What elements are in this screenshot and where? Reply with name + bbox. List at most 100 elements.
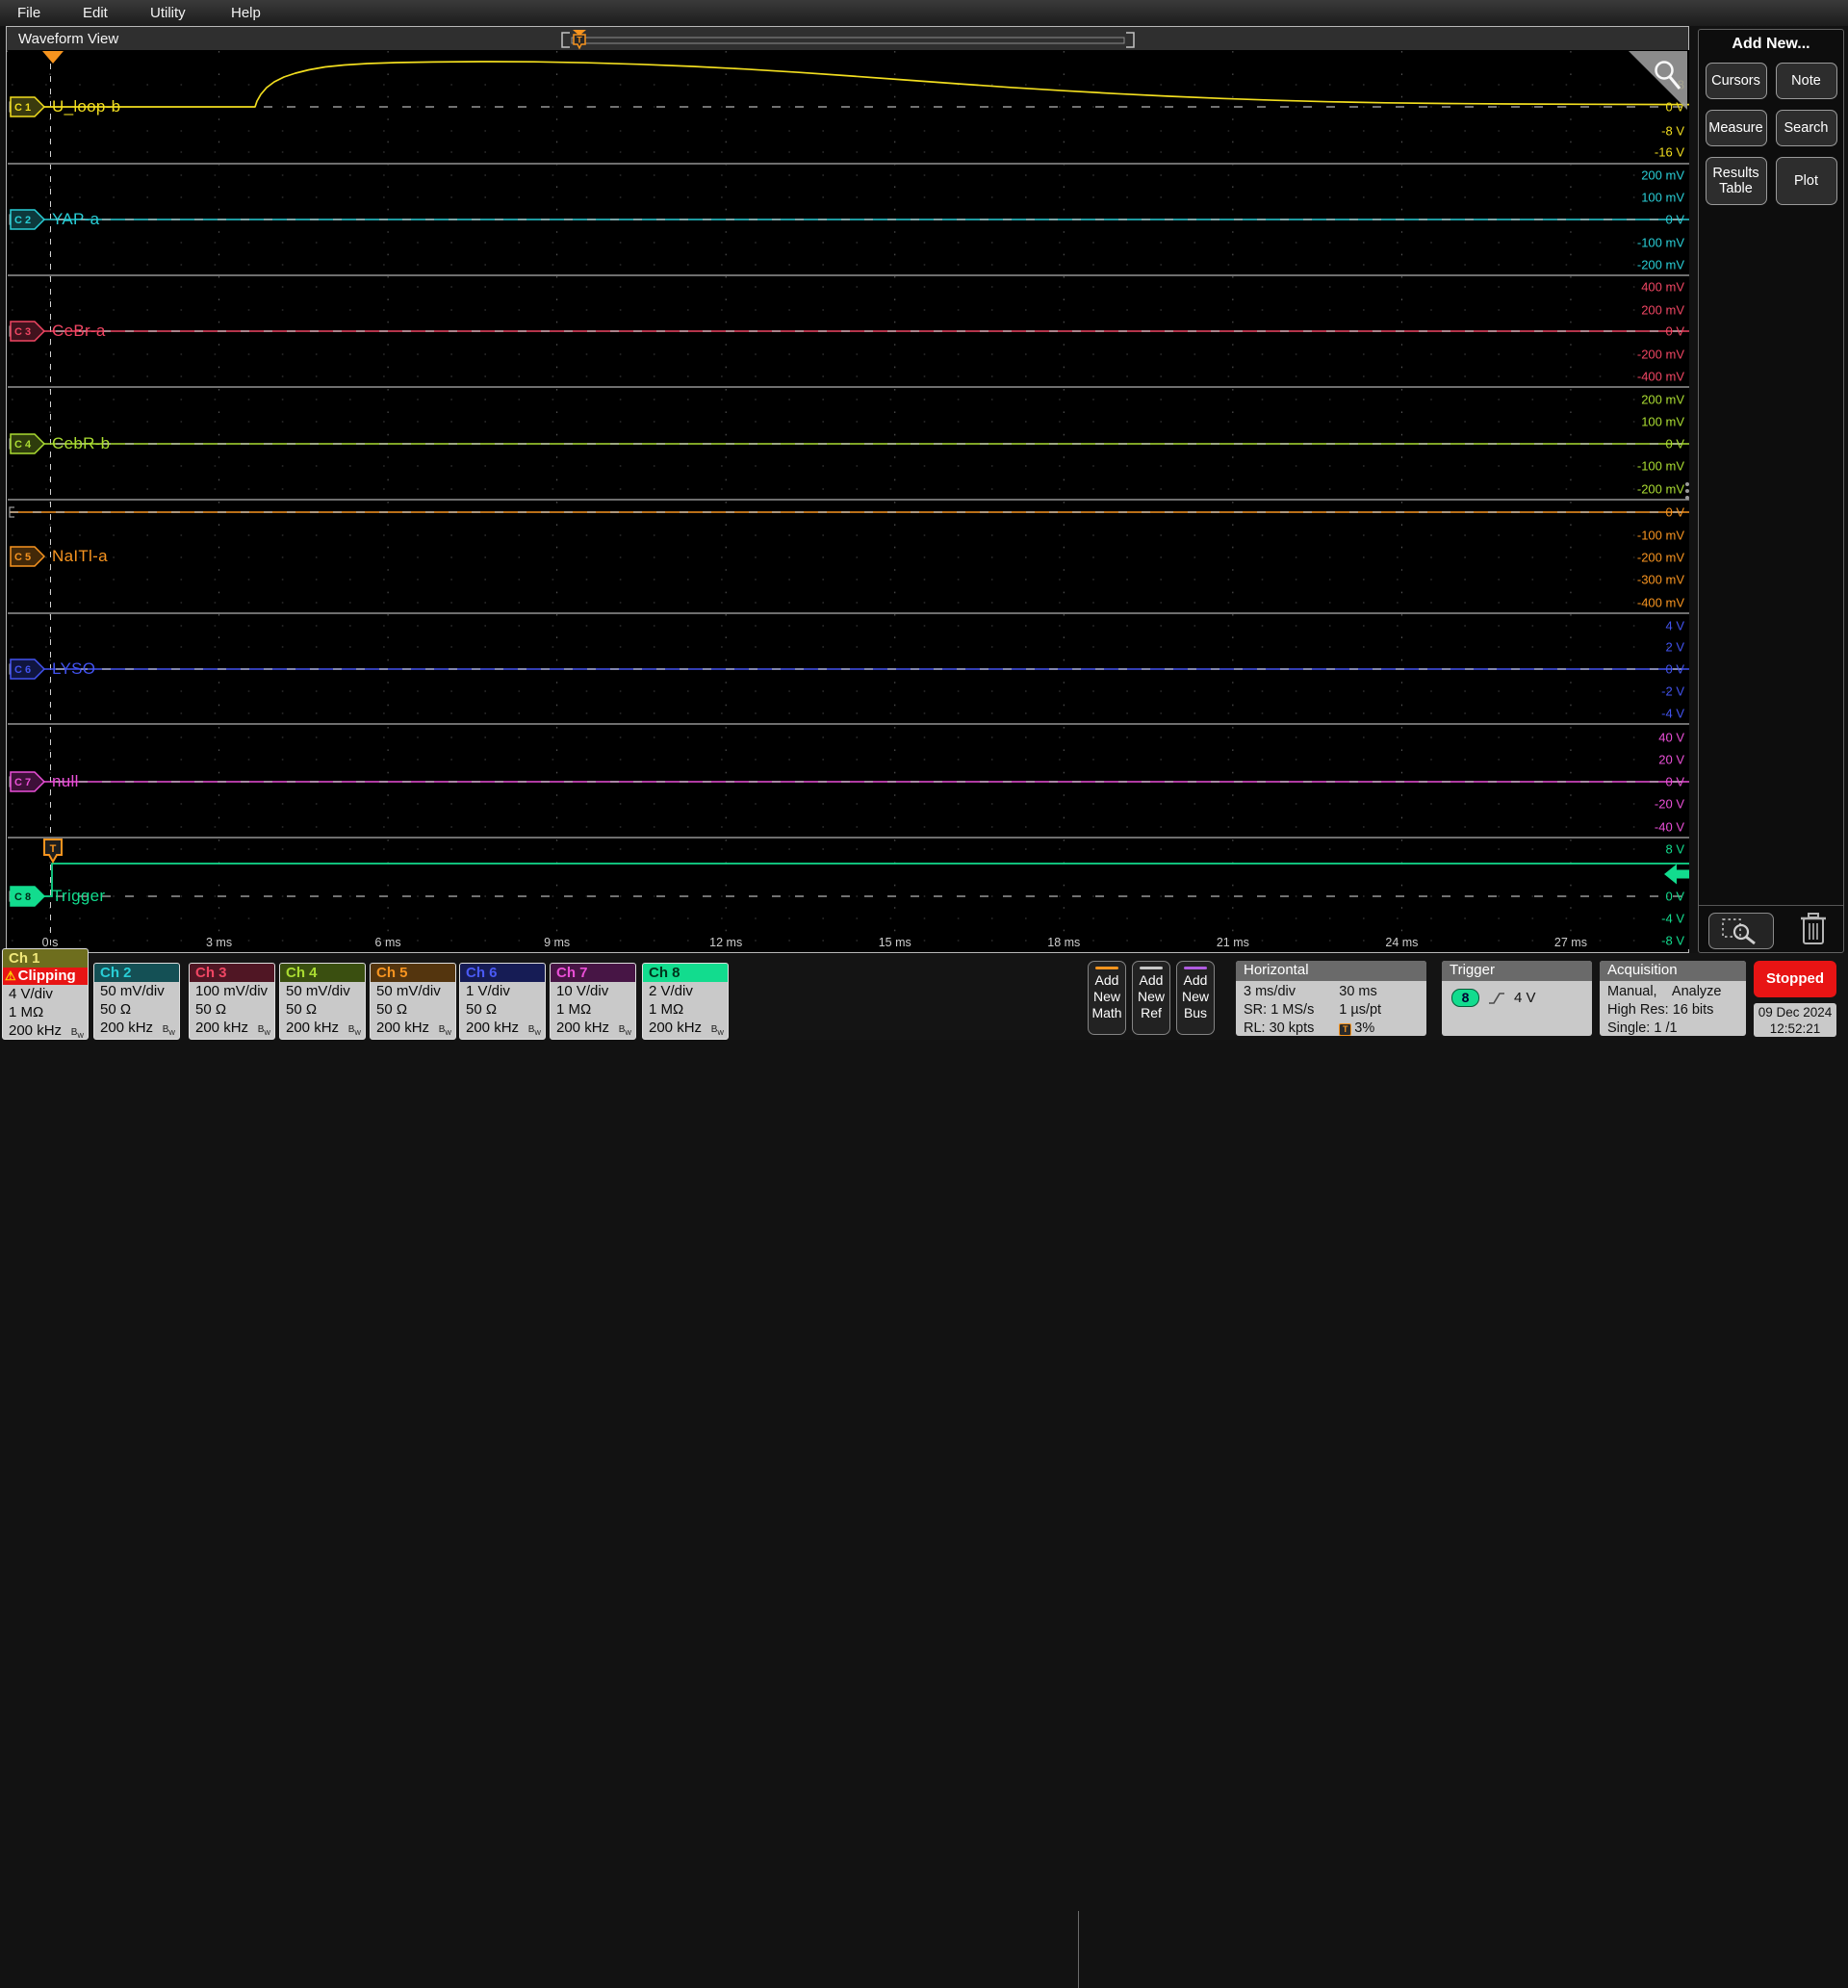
trigger-source-badge: 8 — [1451, 989, 1479, 1007]
menu-item-file[interactable]: File — [17, 0, 40, 26]
trigger-panel[interactable]: Trigger 8 4 V — [1442, 961, 1592, 1036]
scale-label: -20 V — [1655, 797, 1684, 812]
menu-bar: File Edit Utility Help — [0, 0, 1848, 26]
plot-area[interactable]: 80 V-8 V-16 V200 mV100 mV0 V-100 mV-200 … — [8, 50, 1689, 949]
horizontal-panel[interactable]: Horizontal 3 ms/div 30 ms SR: 1 MS/s 1 µ… — [1236, 961, 1426, 1036]
scale-label: -8 V — [1661, 934, 1684, 948]
panel-drag-handle-dot[interactable] — [1685, 489, 1689, 493]
channel-settings-badge-ch6[interactable]: Ch 61 V/div50 Ω200 kHzBW — [459, 963, 546, 1040]
add-new-buttons: Cursors Note Measure Search Results Tabl… — [1699, 63, 1843, 205]
pan-track[interactable] — [572, 38, 1124, 43]
channel-setting-line: 50 Ω — [460, 1000, 545, 1019]
channel-settings-badge-ch7[interactable]: Ch 710 V/div1 MΩ200 kHzBW — [550, 963, 636, 1040]
channel-setting-line: 200 kHzBW — [94, 1019, 179, 1040]
channel-settings-title-ch3: Ch 3 — [190, 964, 274, 982]
scale-label: 0 V — [1665, 324, 1684, 339]
channel-setting-line: 100 mV/div — [190, 982, 274, 1000]
cursors-button[interactable]: Cursors — [1706, 63, 1767, 99]
channel-setting-line: 50 Ω — [280, 1000, 365, 1019]
channel-setting-line: 10 V/div — [551, 982, 635, 1000]
add-button-label: Add New Bus — [1177, 972, 1214, 1021]
channel-settings-badge-ch3[interactable]: Ch 3100 mV/div50 Ω200 kHzBW — [189, 963, 275, 1040]
channel-settings-title-ch8: Ch 8 — [643, 964, 728, 982]
horizontal-sample-rate: SR: 1 MS/s — [1244, 1001, 1339, 1019]
scale-label: -100 mV — [1637, 459, 1684, 474]
time-label: 24 ms — [1385, 936, 1418, 949]
add-new-title: Add New... — [1699, 36, 1843, 53]
trigger-source-flag-letter: T — [50, 843, 57, 855]
acquisition-panel[interactable]: Acquisition Manual, Analyze High Res: 16… — [1600, 961, 1746, 1036]
menu-item-help[interactable]: Help — [231, 0, 261, 26]
channel-setting-line: 200 kHzBW — [460, 1019, 545, 1040]
rising-edge-icon — [1488, 991, 1505, 1006]
time-label: 27 ms — [1554, 936, 1587, 949]
bandwidth-limit-icon: BW — [71, 1023, 84, 1040]
menu-item-edit[interactable]: Edit — [83, 0, 108, 26]
channel-setting-line: 200 kHzBW — [551, 1019, 635, 1040]
trigger-flag-letter: T — [577, 36, 582, 45]
bandwidth-limit-icon: BW — [528, 1020, 541, 1040]
pan-left-bracket[interactable] — [562, 33, 570, 47]
channel-setting-line: 50 Ω — [94, 1000, 179, 1019]
plot-button[interactable]: Plot — [1776, 157, 1837, 205]
acquisition-mode: Manual, Analyze — [1600, 983, 1746, 1001]
sidebar-tools — [1699, 905, 1843, 952]
bandwidth-limit-icon: BW — [348, 1020, 361, 1040]
datetime-box: 09 Dec 2024 12:52:21 — [1754, 1003, 1836, 1037]
horizontal-pan-widget[interactable]: T — [559, 30, 1137, 50]
menu-item-utility[interactable]: Utility — [150, 0, 186, 26]
results-table-button[interactable]: Results Table — [1706, 157, 1767, 205]
scale-label: -400 mV — [1637, 596, 1684, 610]
scale-label: 0 V — [1665, 213, 1684, 227]
time-label: 9 ms — [544, 936, 570, 949]
add-button-label: Add New Math — [1089, 972, 1125, 1021]
horizontal-window: 30 ms — [1339, 983, 1419, 1000]
horizontal-record-length: RL: 30 kpts — [1244, 1020, 1339, 1036]
trigger-position-marker[interactable] — [42, 51, 64, 64]
search-button[interactable]: Search — [1776, 110, 1837, 146]
panel-drag-handle-dot[interactable] — [1685, 496, 1689, 500]
scale-label: 2 V — [1665, 640, 1684, 655]
channel-setting-line: 1 V/div — [460, 982, 545, 1000]
pan-right-bracket[interactable] — [1126, 33, 1134, 47]
channel-setting-line: 1 MΩ — [643, 1000, 728, 1019]
run-stop-status-button[interactable]: Stopped — [1754, 961, 1836, 997]
scale-label: -200 mV — [1637, 348, 1684, 362]
scale-label: 100 mV — [1641, 415, 1684, 429]
warning-icon: ⚠ — [5, 968, 16, 983]
channel-setting-line: 50 mV/div — [280, 982, 365, 1000]
add-button-accent — [1140, 967, 1163, 969]
trash-button[interactable] — [1799, 911, 1828, 947]
scale-label: -100 mV — [1637, 529, 1684, 543]
scale-label: -2 V — [1661, 684, 1684, 699]
channel-setting-line: 4 V/div — [3, 985, 88, 1003]
channel-settings-badge-ch4[interactable]: Ch 450 mV/div50 Ω200 kHzBW — [279, 963, 366, 1040]
scale-label: 40 V — [1658, 731, 1684, 745]
trigger-level-arrow[interactable] — [1664, 865, 1689, 885]
scale-label: 200 mV — [1641, 393, 1684, 407]
horizontal-panel-title: Horizontal — [1236, 961, 1426, 981]
bandwidth-limit-icon: BW — [619, 1020, 631, 1040]
channel-settings-badge-ch2[interactable]: Ch 250 mV/div50 Ω200 kHzBW — [93, 963, 180, 1040]
channel-settings-badge-ch5[interactable]: Ch 550 mV/div50 Ω200 kHzBW — [370, 963, 456, 1040]
zoom-box-icon — [1709, 914, 1771, 946]
measure-button[interactable]: Measure — [1706, 110, 1767, 146]
channel-settings-title-ch5: Ch 5 — [371, 964, 455, 982]
time-label: 15 ms — [879, 936, 911, 949]
zoom-box-button[interactable] — [1708, 913, 1774, 949]
channel-setting-line: 50 Ω — [371, 1000, 455, 1019]
note-button[interactable]: Note — [1776, 63, 1837, 99]
scale-label: 400 mV — [1641, 280, 1684, 295]
scale-label: -4 V — [1661, 707, 1684, 721]
add-new-bus-button[interactable]: Add New Bus — [1176, 961, 1215, 1035]
channel-settings-badge-ch1[interactable]: Ch 1⚠Clipping4 V/div1 MΩ200 kHzBW — [2, 948, 89, 1040]
date-label: 09 Dec 2024 — [1754, 1003, 1836, 1020]
add-new-math-button[interactable]: Add New Math — [1088, 961, 1126, 1035]
add-new-ref-button[interactable]: Add New Ref — [1132, 961, 1170, 1035]
channel-settings-badge-ch8[interactable]: Ch 82 V/div1 MΩ200 kHzBW — [642, 963, 729, 1040]
channel-setting-line: 50 Ω — [190, 1000, 274, 1019]
time-label: 21 ms — [1217, 936, 1249, 949]
panel-drag-handle-dot[interactable] — [1685, 482, 1689, 486]
scale-label: -200 mV — [1637, 482, 1684, 497]
trace-c8 — [10, 864, 1689, 896]
